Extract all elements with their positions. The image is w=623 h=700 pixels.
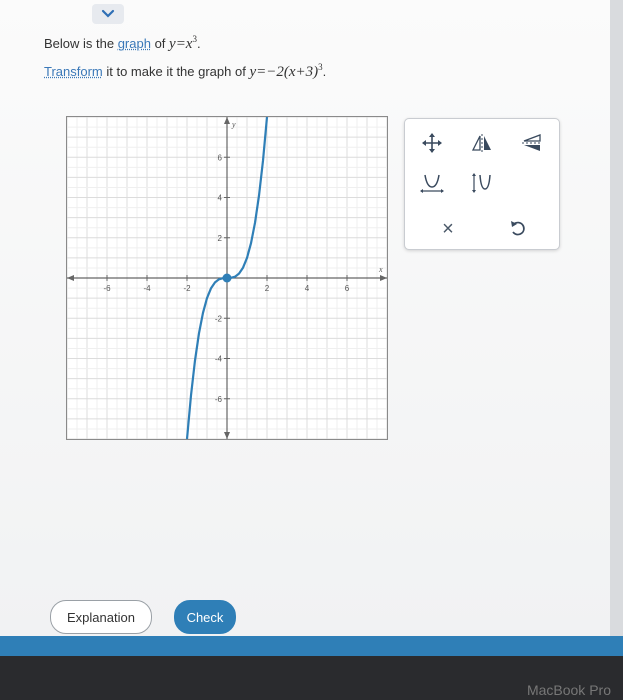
function-original: y=x3 — [169, 34, 197, 52]
move-icon — [422, 133, 442, 153]
prompt-line-1: Below is the graph of y=x3. — [44, 34, 201, 52]
horizontal-stretch-icon — [420, 174, 444, 193]
curve-anchor-point[interactable] — [222, 273, 232, 283]
y-tick-label: -4 — [215, 355, 223, 364]
collapse-toggle[interactable] — [92, 4, 124, 24]
footer-bar — [0, 636, 623, 656]
coordinate-plane[interactable]: -6 -4 -2 2 4 6 6 4 2 -2 -4 -6 x y — [66, 116, 388, 440]
graph-canvas[interactable]: -6 -4 -2 2 4 6 6 4 2 -2 -4 -6 x y — [66, 116, 388, 440]
chevron-down-icon — [101, 9, 115, 18]
move-tool[interactable] — [415, 129, 449, 157]
check-button[interactable]: Check — [174, 600, 236, 634]
vertical-stretch-icon — [472, 173, 491, 193]
function-target: y=−2(x+3)3 — [249, 62, 323, 80]
y-axis-arrow-up — [224, 117, 230, 124]
x-tick-label: 4 — [305, 284, 310, 293]
reflect-y-axis-icon — [471, 134, 491, 152]
y-tick-label: -6 — [215, 395, 223, 404]
y-axis-arrow-down — [224, 432, 230, 439]
x-tick-label: -6 — [103, 284, 111, 293]
y-tick-label: 4 — [218, 194, 223, 203]
reflect-y-tool[interactable] — [465, 129, 499, 157]
x-tick-label: 2 — [265, 284, 270, 293]
x-axis-arrow-left — [67, 275, 74, 281]
clear-button[interactable]: × — [431, 215, 465, 243]
reflect-x-tool[interactable] — [515, 129, 549, 157]
y-tick-label: -2 — [215, 314, 223, 323]
transform-toolbox: × — [404, 118, 560, 250]
prompt-line-2: Transform it to make it the graph of y=−… — [44, 62, 327, 80]
y-axis-label: y — [231, 120, 236, 129]
reflect-x-axis-icon — [522, 134, 542, 151]
graph-glossary-link[interactable]: graph — [118, 36, 151, 51]
x-tick-label: -2 — [183, 284, 191, 293]
close-icon: × — [442, 217, 454, 240]
device-brand-label: MacBook Pro — [526, 682, 611, 698]
y-tick-label: 6 — [218, 153, 223, 162]
x-tick-label: -4 — [143, 284, 151, 293]
transform-glossary-link[interactable]: Transform — [44, 64, 103, 79]
y-tick-label: 2 — [218, 234, 223, 243]
horizontal-stretch-tool[interactable] — [415, 169, 449, 197]
x-axis-label: x — [378, 265, 383, 274]
explanation-button[interactable]: Explanation — [50, 600, 152, 634]
undo-button[interactable] — [501, 215, 535, 243]
vertical-stretch-tool[interactable] — [465, 169, 499, 197]
undo-icon — [511, 221, 525, 236]
x-tick-label: 6 — [345, 284, 350, 293]
question-panel: Below is the graph of y=x3. Transform it… — [0, 0, 610, 636]
x-axis-arrow-right — [380, 275, 387, 281]
